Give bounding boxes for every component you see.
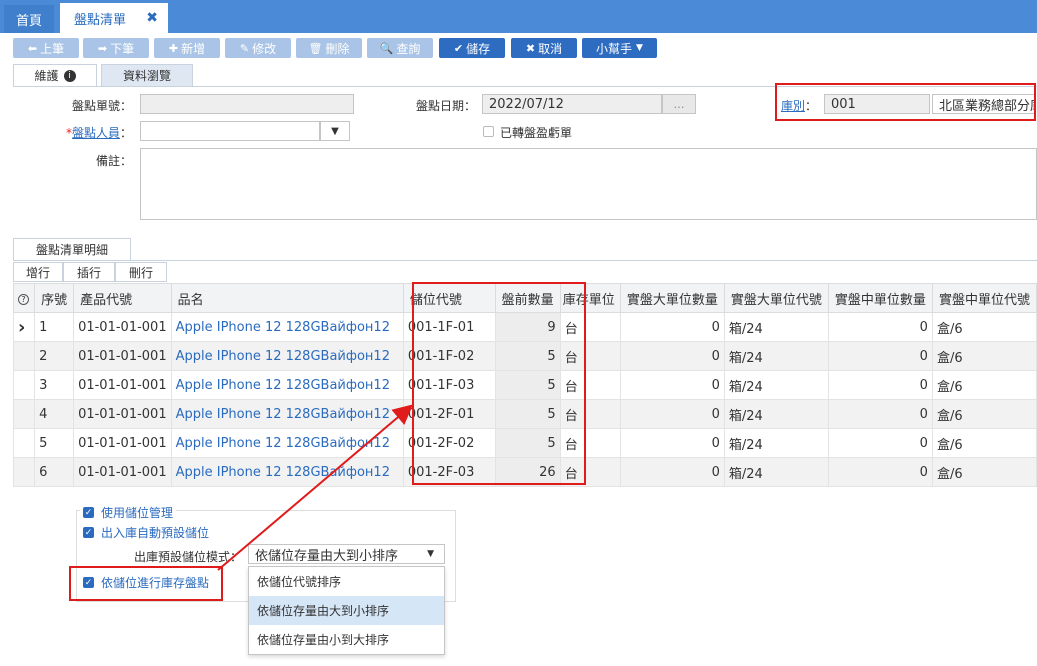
arrow-line bbox=[217, 404, 414, 571]
annotation-arrow bbox=[217, 404, 414, 571]
